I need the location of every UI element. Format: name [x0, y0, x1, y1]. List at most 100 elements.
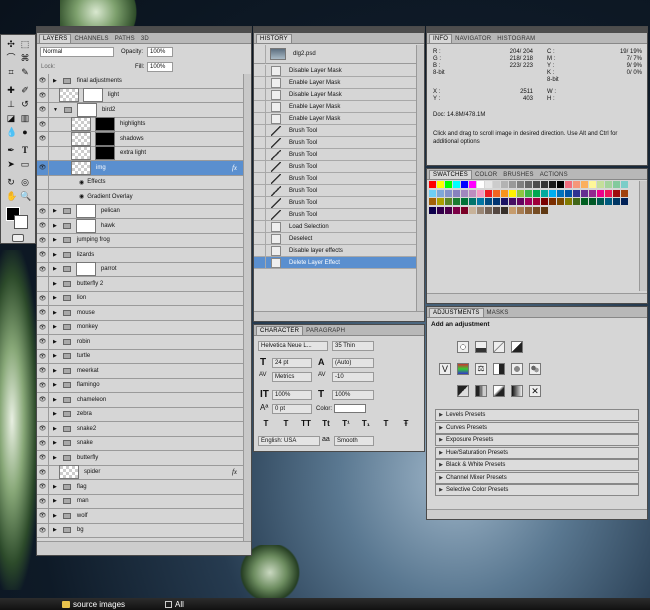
color-swatch[interactable] — [493, 189, 500, 197]
layer-row[interactable]: 👁 ▶ final adjustments — [37, 74, 251, 89]
vibrance-icon[interactable]: V — [439, 363, 451, 375]
layer-row[interactable]: ◉ Gradient Overlay — [37, 190, 251, 205]
color-swatch[interactable] — [541, 198, 548, 205]
hue-saturation-icon[interactable] — [457, 363, 469, 375]
layer-thumb[interactable] — [59, 88, 79, 103]
tab-history[interactable]: HISTORY — [256, 34, 292, 43]
antialias-select[interactable]: Smooth — [334, 436, 374, 446]
visibility-eye-icon[interactable]: 👁 — [37, 161, 49, 175]
type-style-button[interactable]: T — [260, 419, 272, 431]
history-item[interactable]: Load Selection — [254, 220, 416, 233]
visibility-eye-icon[interactable]: 👁 — [37, 451, 49, 465]
levels-icon[interactable] — [475, 341, 487, 353]
disclosure-triangle-icon[interactable]: ▶ — [53, 324, 57, 330]
tab-3d[interactable]: 3D — [138, 35, 152, 43]
visibility-eye-icon[interactable]: 👁 — [37, 393, 49, 407]
layer-row[interactable]: ▶ zebra — [37, 407, 251, 422]
color-balance-icon[interactable]: ⚖ — [475, 363, 487, 375]
visibility-eye-icon[interactable]: 👁 — [37, 132, 49, 146]
adjustment-preset[interactable]: ▶ Selective Color Presets — [435, 484, 639, 496]
color-swatch[interactable] — [501, 206, 508, 214]
color-swatch[interactable] — [565, 198, 572, 205]
history-item[interactable]: Enable Layer Mask — [254, 100, 416, 113]
layer-row[interactable]: 👁 ▶ man — [37, 494, 251, 509]
layer-row[interactable]: 👁 ▼ bird2 — [37, 102, 251, 118]
fx-badge[interactable]: fx — [232, 164, 237, 172]
color-swatch[interactable] — [493, 206, 500, 214]
disclosure-triangle-icon[interactable]: ▼ — [53, 107, 58, 113]
layer-thumb[interactable] — [71, 146, 91, 161]
zoom-tool-icon[interactable]: 🔍 — [20, 191, 31, 201]
color-swatch[interactable] — [517, 189, 524, 197]
layer-thumb[interactable] — [71, 117, 91, 132]
color-swatch[interactable] — [469, 189, 476, 197]
color-swatch[interactable] — [501, 181, 508, 188]
history-snapshot[interactable]: dlg2.psd — [254, 44, 416, 64]
visibility-eye-icon[interactable] — [37, 407, 49, 421]
swatches-scrollbar[interactable] — [639, 181, 647, 291]
layer-row[interactable]: 👁 ▶ lizards — [37, 248, 251, 263]
visibility-eye-icon[interactable]: 👁 — [37, 349, 49, 363]
color-swatch[interactable] — [429, 198, 436, 205]
color-swatch[interactable] — [525, 198, 532, 205]
color-swatch[interactable] — [549, 189, 556, 197]
color-swatch[interactable] — [461, 206, 468, 214]
history-brush-source[interactable] — [254, 256, 266, 269]
color-swatch[interactable] — [541, 189, 548, 197]
3d-rotate-tool-icon[interactable]: ↻ — [6, 177, 16, 187]
history-brush-source[interactable] — [254, 184, 266, 197]
font-family-select[interactable]: Helvetica Neue L... — [258, 341, 328, 351]
adjustment-preset[interactable]: ▶ Exposure Presets — [435, 434, 639, 446]
visibility-eye-icon[interactable]: 👁 — [37, 233, 49, 247]
quick-select-tool-icon[interactable]: ⌘ — [20, 53, 30, 63]
dodge-tool-icon[interactable]: ● — [20, 127, 30, 137]
history-item[interactable]: Brush Tool — [254, 196, 416, 209]
lasso-tool-icon[interactable]: ⌒ — [6, 53, 16, 63]
history-brush-source[interactable] — [254, 232, 266, 245]
visibility-eye-icon[interactable]: 👁 — [37, 291, 49, 305]
color-swatch[interactable] — [613, 189, 620, 197]
color-swatch[interactable] — [517, 198, 524, 205]
layer-row[interactable]: 👁 ▶ wolf — [37, 509, 251, 524]
taskbar-all[interactable]: All — [165, 600, 184, 609]
layer-mask-thumb[interactable] — [76, 102, 97, 117]
history-item[interactable]: Brush Tool — [254, 172, 416, 185]
layer-row[interactable]: 👁 ▶ meerkat — [37, 364, 251, 379]
shape-tool-icon[interactable]: ▭ — [20, 159, 30, 169]
color-swatch[interactable] — [525, 189, 532, 197]
visibility-eye-icon[interactable]: 👁 — [37, 335, 49, 349]
history-item[interactable]: Brush Tool — [254, 124, 416, 137]
color-swatch[interactable] — [613, 181, 620, 188]
pen-tool-icon[interactable]: ✒ — [6, 145, 16, 155]
tracking-field[interactable]: -10 — [332, 372, 374, 382]
history-brush-source[interactable] — [254, 88, 266, 101]
curves-icon[interactable] — [493, 341, 505, 353]
color-swatch[interactable] — [461, 181, 468, 188]
healing-tool-icon[interactable]: ✚ — [6, 85, 16, 95]
visibility-eye-icon[interactable]: 👁 — [37, 364, 49, 378]
tab-color[interactable]: COLOR — [472, 171, 500, 179]
visibility-eye-icon[interactable] — [37, 175, 49, 189]
disclosure-triangle-icon[interactable]: ▶ — [53, 237, 57, 243]
color-swatch[interactable] — [437, 189, 444, 197]
eyedropper-tool-icon[interactable]: ✎ — [20, 67, 30, 77]
history-brush-source[interactable] — [254, 208, 266, 221]
disclosure-triangle-icon[interactable]: ▶ — [53, 440, 57, 446]
visibility-eye-icon[interactable]: 👁 — [37, 422, 49, 436]
color-swatch[interactable] — [557, 189, 564, 197]
move-tool-icon[interactable]: ✣ — [6, 39, 16, 49]
type-style-button[interactable]: T₁ — [360, 419, 372, 431]
history-item[interactable]: Delete Layer Effect — [254, 256, 416, 269]
history-brush-source[interactable] — [254, 172, 266, 185]
visibility-eye-icon[interactable]: 👁 — [37, 74, 49, 88]
type-style-button[interactable]: T — [280, 419, 292, 431]
type-style-button[interactable]: T¹ — [340, 419, 352, 431]
disclosure-triangle-icon[interactable]: ▶ — [53, 368, 57, 374]
color-swatch[interactable] — [541, 181, 548, 188]
disclosure-triangle-icon[interactable]: ▶ — [53, 310, 57, 316]
tab-swatches[interactable]: SWATCHES — [429, 170, 472, 179]
vertical-scale-field[interactable]: 100% — [272, 390, 312, 400]
invert-icon[interactable] — [457, 385, 469, 397]
layer-mask-thumb[interactable] — [95, 131, 115, 146]
color-swatch[interactable] — [517, 181, 524, 188]
